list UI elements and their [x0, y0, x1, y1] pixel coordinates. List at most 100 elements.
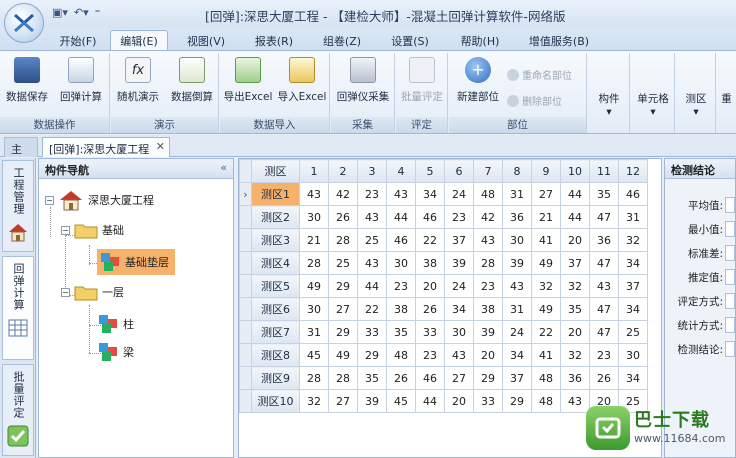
- grid-cell[interactable]: 37: [502, 366, 532, 390]
- cell-dropdown[interactable]: 单元格 ▾: [631, 53, 675, 133]
- row-header[interactable]: 测区9: [251, 366, 300, 390]
- grid-cell[interactable]: 47: [589, 251, 619, 275]
- grid-cell[interactable]: 30: [618, 343, 648, 367]
- side-tab-batch-eval[interactable]: 批量评定: [2, 364, 34, 456]
- grid-cell[interactable]: 34: [444, 297, 474, 321]
- grid-cell[interactable]: 23: [357, 182, 387, 206]
- grid-cell[interactable]: 29: [502, 389, 532, 413]
- grid-cell[interactable]: 30: [299, 205, 329, 229]
- table-row[interactable]: › 测区1 43 42 23 43 34 24 48 31 27 44 35 46: [239, 182, 648, 206]
- grid-cell[interactable]: 20: [473, 343, 503, 367]
- grid-cell[interactable]: 43: [357, 205, 387, 229]
- tab-view[interactable]: 视图(V): [180, 31, 232, 50]
- grid-cell[interactable]: 31: [618, 205, 648, 229]
- grid-cell[interactable]: 34: [618, 366, 648, 390]
- grid-cell[interactable]: 20: [444, 389, 474, 413]
- grid-cell[interactable]: 36: [589, 228, 619, 252]
- grid-cell[interactable]: 30: [299, 297, 329, 321]
- side-tab-project-mgmt[interactable]: 工程管理: [2, 160, 34, 252]
- grid-cell[interactable]: 33: [473, 389, 503, 413]
- grid-cell[interactable]: 41: [531, 228, 561, 252]
- grid-cell[interactable]: 29: [328, 320, 358, 344]
- row-header[interactable]: 测区5: [251, 274, 300, 298]
- tree-node-beam[interactable]: 梁: [97, 341, 134, 363]
- grid-cell[interactable]: 39: [502, 251, 532, 275]
- tab-start[interactable]: 开始(F): [52, 31, 104, 50]
- import-excel-button[interactable]: 导入Excel: [276, 57, 328, 104]
- table-row[interactable]: 测区5 49 29 44 23 20 24 23 43 32 32 43 37: [239, 274, 648, 298]
- grid-cell[interactable]: 47: [589, 297, 619, 321]
- stat-method-select[interactable]: [725, 317, 735, 333]
- grid-cell[interactable]: 36: [502, 205, 532, 229]
- grid-cell[interactable]: 45: [386, 389, 416, 413]
- batch-evaluate-button[interactable]: 批量评定: [398, 57, 446, 104]
- delete-location-button[interactable]: 删除部位: [507, 93, 562, 108]
- collapse-node-icon[interactable]: −: [45, 195, 54, 205]
- rebound-collect-button[interactable]: 回弹仪采集: [335, 57, 391, 104]
- grid-cell[interactable]: 32: [531, 274, 561, 298]
- component-dropdown[interactable]: 构件 ▾: [588, 53, 630, 133]
- quick-customize-icon[interactable]: ⁼: [95, 6, 101, 19]
- grid-cell[interactable]: 27: [531, 182, 561, 206]
- grid-cell[interactable]: 48: [531, 389, 561, 413]
- grid-cell[interactable]: 32: [618, 228, 648, 252]
- quick-undo-icon[interactable]: ↶▾: [74, 6, 89, 19]
- tree-node-foundation-cushion[interactable]: 基础垫层: [97, 249, 175, 275]
- grid-cell[interactable]: 36: [560, 366, 590, 390]
- row-header[interactable]: 测区6: [251, 297, 300, 321]
- grid-cell[interactable]: 46: [386, 228, 416, 252]
- grid-cell[interactable]: 25: [618, 320, 648, 344]
- grid-cell[interactable]: 47: [589, 205, 619, 229]
- grid-cell[interactable]: 49: [531, 297, 561, 321]
- grid-cell[interactable]: 44: [560, 182, 590, 206]
- average-value-input[interactable]: [725, 197, 735, 213]
- column-header[interactable]: 9: [531, 159, 561, 183]
- random-demo-button[interactable]: fx 随机演示: [113, 57, 163, 104]
- column-header[interactable]: 8: [502, 159, 532, 183]
- column-header[interactable]: 11: [589, 159, 619, 183]
- side-tab-rebound-calc[interactable]: 回弹计算: [2, 256, 34, 360]
- grid-cell[interactable]: 22: [357, 297, 387, 321]
- row-header[interactable]: 测区4: [251, 251, 300, 275]
- grid-cell[interactable]: 30: [386, 251, 416, 275]
- conclusion-select[interactable]: [725, 341, 735, 357]
- grid-cell[interactable]: 44: [560, 205, 590, 229]
- tab-report[interactable]: 报表(R): [248, 31, 300, 50]
- grid-cell[interactable]: 32: [299, 389, 329, 413]
- grid-cell[interactable]: 47: [589, 320, 619, 344]
- grid-cell[interactable]: 30: [444, 320, 474, 344]
- grid-cell[interactable]: 35: [386, 320, 416, 344]
- tab-project-doc[interactable]: [回弹]:深思大厦工程 ✕: [42, 137, 170, 157]
- grid-cell[interactable]: 33: [357, 320, 387, 344]
- table-row[interactable]: 测区9 28 28 35 26 46 27 29 37 48 36 26 34: [239, 366, 648, 390]
- estimate-value-input[interactable]: [725, 269, 735, 285]
- grid-cell[interactable]: 31: [502, 297, 532, 321]
- grid-cell[interactable]: 46: [415, 366, 445, 390]
- table-row[interactable]: 测区6 30 27 22 38 26 34 38 31 49 35 47 34: [239, 297, 648, 321]
- grid-cell[interactable]: 43: [473, 228, 503, 252]
- reverse-calc-button[interactable]: 数据倒算: [167, 57, 217, 104]
- grid-cell[interactable]: 33: [415, 320, 445, 344]
- grid-cell[interactable]: 22: [531, 320, 561, 344]
- grid-cell[interactable]: 28: [299, 366, 329, 390]
- grid-cell[interactable]: 48: [386, 343, 416, 367]
- grid-cell[interactable]: 43: [386, 182, 416, 206]
- collapse-node-icon[interactable]: −: [61, 225, 70, 235]
- grid-cell[interactable]: 24: [502, 320, 532, 344]
- grid-cell[interactable]: 27: [444, 366, 474, 390]
- grid-cell[interactable]: 20: [415, 274, 445, 298]
- grid-cell[interactable]: 44: [386, 205, 416, 229]
- rebound-calc-button[interactable]: 回弹计算: [56, 57, 106, 104]
- quick-save-icon[interactable]: ▣▾: [52, 6, 68, 19]
- row-header[interactable]: 测区8: [251, 343, 300, 367]
- grid-cell[interactable]: 44: [357, 274, 387, 298]
- table-row[interactable]: 测区3 21 28 25 46 22 37 43 30 41 20 36 32: [239, 228, 648, 252]
- grid-cell[interactable]: 35: [357, 366, 387, 390]
- row-header[interactable]: 测区1: [251, 182, 300, 206]
- grid-cell[interactable]: 26: [386, 366, 416, 390]
- grid-cell[interactable]: 21: [531, 205, 561, 229]
- eval-method-select[interactable]: [725, 293, 735, 309]
- grid-cell[interactable]: 39: [357, 389, 387, 413]
- grid-cell[interactable]: 26: [415, 297, 445, 321]
- grid-cell[interactable]: 27: [328, 297, 358, 321]
